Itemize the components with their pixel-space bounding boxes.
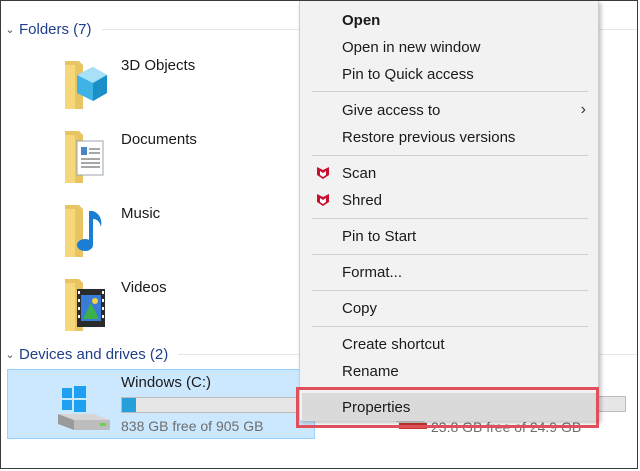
- folder-music[interactable]: Music: [61, 201, 291, 261]
- menu-item-scan[interactable]: Scan: [302, 160, 596, 186]
- folders-group-title: Folders (7): [19, 20, 92, 38]
- mcafee-icon: [317, 167, 329, 179]
- chevron-right-icon: ›: [580, 101, 586, 118]
- folder-3d-objects[interactable]: 3D Objects: [61, 53, 291, 113]
- music-folder-icon: [65, 205, 102, 257]
- menu-separator: [312, 254, 588, 255]
- videos-folder-icon: [65, 279, 105, 331]
- windows-drive-icon: [58, 386, 110, 430]
- menu-item-label: Scan: [342, 164, 377, 182]
- chevron-down-icon[interactable]: ⌄: [1, 23, 19, 36]
- menu-item-label: Shred: [342, 191, 383, 209]
- chevron-down-icon[interactable]: ⌄: [1, 348, 19, 361]
- folder-label: Documents: [121, 131, 197, 148]
- properties-highlight-outline: [296, 387, 599, 428]
- menu-item-label: Pin to Start: [342, 227, 417, 245]
- drive-windows-c[interactable]: Windows (C:) 838 GB free of 905 GB: [7, 369, 316, 439]
- menu-item-label: Open in new window: [342, 38, 481, 56]
- menu-item-restore-previous-versions[interactable]: Restore previous versions: [302, 124, 596, 150]
- menu-item-label: Pin to Quick access: [342, 65, 474, 83]
- menu-item-label: Restore previous versions: [342, 128, 516, 146]
- folder-label: Music: [121, 205, 161, 222]
- menu-item-label: Create shortcut: [342, 335, 445, 353]
- menu-separator: [312, 91, 588, 92]
- mcafee-icon: [317, 194, 329, 206]
- drive-free-space: 838 GB free of 905 GB: [121, 418, 264, 434]
- file-explorer-window: ⌄ Folders (7) 3D Objects Documents Music…: [0, 0, 638, 469]
- menu-item-open-in-new-window[interactable]: Open in new window: [302, 34, 596, 60]
- menu-item-format[interactable]: Format...: [302, 259, 596, 285]
- menu-item-create-shortcut[interactable]: Create shortcut: [302, 331, 596, 357]
- menu-separator: [312, 218, 588, 219]
- menu-item-pin-to-start[interactable]: Pin to Start: [302, 223, 596, 249]
- menu-item-label: Format...: [342, 263, 403, 281]
- menu-separator: [312, 326, 588, 327]
- menu-item-shred[interactable]: Shred: [302, 187, 596, 213]
- context-menu: Open Open in new window Pin to Quick acc…: [299, 1, 599, 421]
- folder-videos[interactable]: Videos: [61, 275, 291, 335]
- menu-item-label: Copy: [342, 299, 378, 317]
- menu-item-give-access-to[interactable]: Give access to ›: [302, 97, 596, 123]
- 3d-objects-folder-icon: [65, 61, 107, 109]
- menu-item-label: Open: [342, 11, 381, 29]
- devices-group-title: Devices and drives (2): [19, 345, 169, 363]
- documents-folder-icon: [65, 131, 104, 183]
- drive-name: Windows (C:): [121, 374, 212, 391]
- menu-item-open[interactable]: Open: [302, 7, 596, 33]
- menu-item-label: Give access to: [342, 101, 441, 119]
- folder-label: Videos: [121, 279, 167, 296]
- menu-item-copy[interactable]: Copy: [302, 295, 596, 321]
- menu-separator: [312, 155, 588, 156]
- folder-label: 3D Objects: [121, 57, 196, 74]
- menu-separator: [312, 290, 588, 291]
- folder-documents[interactable]: Documents: [61, 127, 291, 187]
- menu-item-label: Rename: [342, 362, 399, 380]
- menu-item-rename[interactable]: Rename: [302, 358, 596, 384]
- menu-item-pin-to-quick-access[interactable]: Pin to Quick access: [302, 61, 596, 87]
- drive-usage-fill: [122, 398, 137, 412]
- drive-usage-bar: [121, 397, 316, 413]
